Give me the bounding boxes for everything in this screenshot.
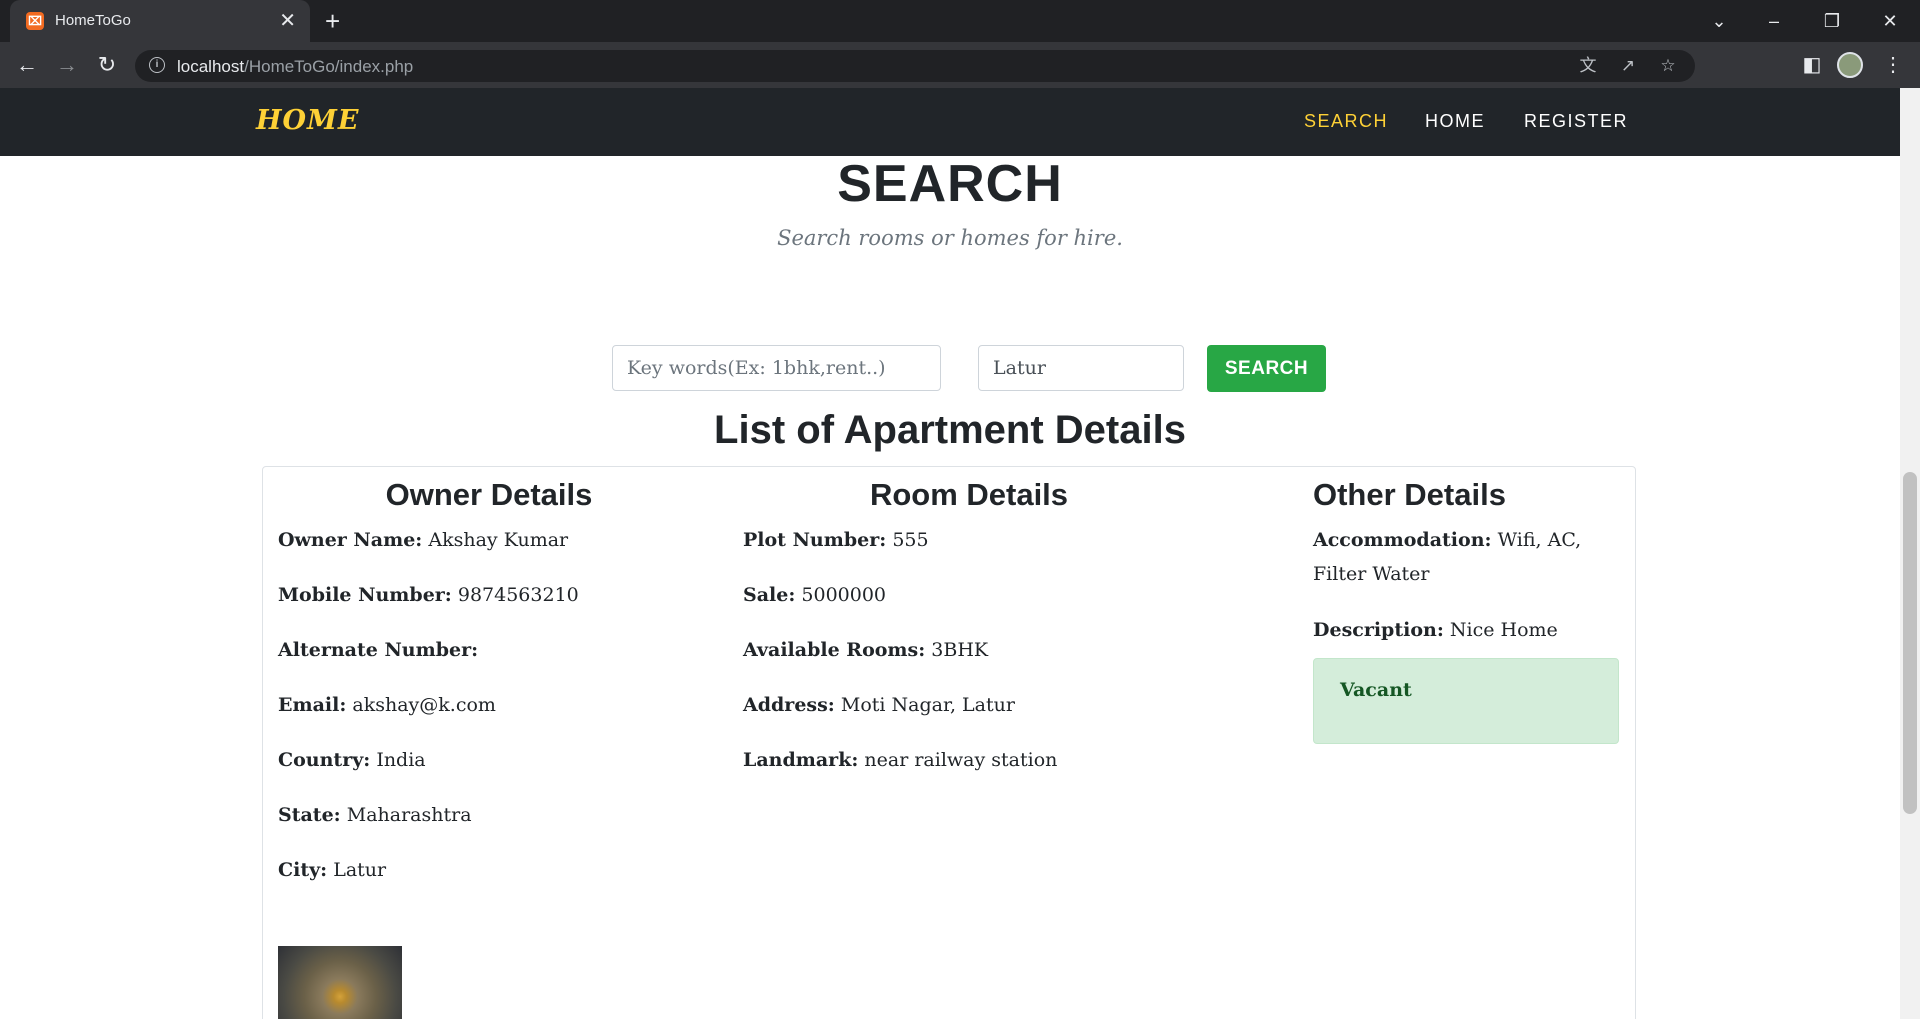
side-panel-icon[interactable]: ◧	[1797, 50, 1827, 80]
email-label: Email:	[278, 694, 347, 716]
description-value: Nice Home	[1449, 619, 1558, 641]
mobile-number-label: Mobile Number:	[278, 584, 452, 606]
available-rooms-label: Available Rooms:	[743, 639, 926, 661]
forward-icon[interactable]: →	[52, 50, 82, 80]
landmark-field: Landmark: near railway station	[743, 743, 1057, 777]
nav-home[interactable]: HOME	[1425, 111, 1485, 132]
page-subtitle: Search rooms or homes for hire.	[777, 226, 1123, 250]
property-photo[interactable]	[278, 946, 402, 1019]
country-label: Country:	[278, 749, 371, 771]
minimize-icon[interactable]: –	[1759, 6, 1789, 36]
alternate-number-field: Alternate Number:	[278, 633, 478, 667]
reload-icon[interactable]: ↻	[92, 50, 122, 80]
city-value: Latur	[333, 859, 387, 881]
profile-avatar[interactable]	[1837, 52, 1863, 78]
owner-name-value: Akshay Kumar	[428, 529, 569, 551]
sale-value: 5000000	[801, 584, 887, 606]
owner-name-label: Owner Name:	[278, 529, 423, 551]
tab-search-chevron-icon[interactable]: ⌄	[1704, 6, 1734, 36]
landmark-label: Landmark:	[743, 749, 859, 771]
sale-label: Sale:	[743, 584, 796, 606]
url-text[interactable]: localhost/HomeToGo/index.php	[177, 57, 413, 77]
vacancy-status-text: Vacant	[1340, 679, 1412, 701]
owner-name-field: Owner Name: Akshay Kumar	[278, 523, 568, 557]
close-tab-icon[interactable]: ✕	[279, 9, 296, 33]
site-navbar: HOME SEARCH HOME REGISTER	[0, 88, 1900, 156]
plot-number-field: Plot Number: 555	[743, 523, 929, 557]
mobile-number-field: Mobile Number: 9874563210	[278, 578, 579, 612]
email-value: akshay@k.com	[352, 694, 496, 716]
accommodation-field: Accommodation: Wifi, AC, Filter Water	[1313, 523, 1623, 591]
share-icon[interactable]: ↗	[1616, 54, 1640, 78]
restore-icon[interactable]: ❐	[1817, 6, 1847, 36]
landmark-value: near railway station	[864, 749, 1058, 771]
xampp-favicon-icon: ⌧	[26, 12, 44, 30]
alternate-number-label: Alternate Number:	[278, 639, 479, 661]
address-field: Address: Moti Nagar, Latur	[743, 688, 1015, 722]
available-rooms-value: 3BHK	[931, 639, 989, 661]
country-field: Country: India	[278, 743, 426, 777]
menu-kebab-icon[interactable]: ⋮	[1878, 50, 1908, 80]
scrollbar-thumb[interactable]	[1903, 472, 1917, 814]
mobile-number-value: 9874563210	[457, 584, 579, 606]
plot-number-value: 555	[892, 529, 929, 551]
available-rooms-field: Available Rooms: 3BHK	[743, 633, 988, 667]
site-info-icon[interactable]: i	[149, 57, 165, 73]
description-label: Description:	[1313, 619, 1444, 641]
apartment-card: Owner Details Owner Name: Akshay Kumar M…	[262, 466, 1636, 1019]
state-label: State:	[278, 804, 341, 826]
accommodation-label: Accommodation:	[1313, 529, 1492, 551]
other-details-title: Other Details	[1313, 477, 1506, 512]
nav-search[interactable]: SEARCH	[1304, 111, 1388, 132]
back-icon[interactable]: ←	[12, 50, 42, 80]
listing-heading: List of Apartment Details	[714, 408, 1186, 452]
new-tab-icon[interactable]: +	[325, 6, 340, 36]
page-scrollbar[interactable]	[1900, 88, 1920, 1019]
room-details-title: Room Details	[869, 477, 1069, 512]
tab-title: HomeToGo	[55, 12, 131, 29]
description-field: Description: Nice Home	[1313, 613, 1558, 647]
plot-number-label: Plot Number:	[743, 529, 887, 551]
brand-logo[interactable]: HOME	[256, 105, 360, 136]
bookmark-star-icon[interactable]: ☆	[1656, 54, 1680, 78]
city-field: City: Latur	[278, 853, 386, 887]
close-window-icon[interactable]: ✕	[1875, 6, 1905, 36]
keywords-search-input[interactable]	[612, 345, 941, 391]
browser-tab[interactable]: ⌧ HomeToGo ✕	[10, 0, 310, 42]
page-viewport: HOME SEARCH HOME REGISTER SEARCH Search …	[0, 88, 1900, 1019]
url-host: localhost	[177, 57, 245, 76]
owner-details-title: Owner Details	[385, 477, 593, 512]
country-value: India	[376, 749, 426, 771]
email-field: Email: akshay@k.com	[278, 688, 496, 722]
state-value: Maharashtra	[346, 804, 472, 826]
address-bar[interactable]: i localhost/HomeToGo/index.php 文 ↗ ☆	[135, 50, 1695, 82]
translate-icon[interactable]: 文	[1576, 54, 1600, 78]
state-field: State: Maharashtra	[278, 798, 472, 832]
search-button[interactable]: SEARCH	[1207, 345, 1326, 392]
sale-field: Sale: 5000000	[743, 578, 886, 612]
address-value: Moti Nagar, Latur	[840, 694, 1015, 716]
browser-toolbar: ← → ↻ i localhost/HomeToGo/index.php 文 ↗…	[0, 42, 1920, 88]
vacancy-status-alert: Vacant	[1313, 658, 1619, 744]
url-path: /HomeToGo/index.php	[244, 57, 414, 76]
city-label: City:	[278, 859, 328, 881]
page-title: SEARCH	[837, 155, 1063, 213]
nav-register[interactable]: REGISTER	[1524, 111, 1628, 132]
browser-tab-bar: ⌧ HomeToGo ✕ + ⌄ – ❐ ✕	[0, 0, 1920, 42]
location-input[interactable]	[978, 345, 1184, 391]
address-label: Address:	[743, 694, 835, 716]
